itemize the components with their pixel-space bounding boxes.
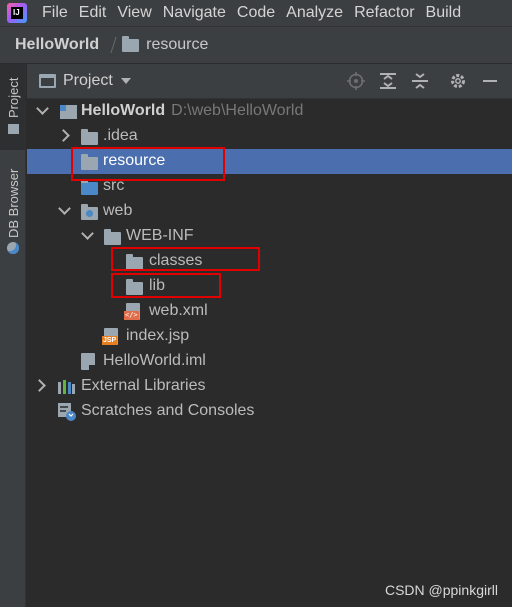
- app-icon-text: IJ: [13, 8, 20, 17]
- iml-file-icon: [81, 353, 95, 370]
- library-icon: [58, 379, 76, 394]
- tree-item-label: HelloWorld: [81, 102, 166, 119]
- chevron-down-icon[interactable]: [36, 102, 49, 115]
- watermark: CSDN @ppinkgirll: [384, 582, 498, 598]
- jsp-file-icon: JSP: [102, 328, 118, 345]
- tree-item-label: HelloWorld.iml: [103, 352, 206, 369]
- menu-edit[interactable]: Edit: [78, 4, 107, 22]
- tree-item-webinf[interactable]: WEB-INF: [27, 224, 512, 249]
- stripe-tab-db-browser-label: DB Browser: [6, 168, 21, 238]
- menu-view[interactable]: View: [116, 4, 151, 22]
- tree-item-src[interactable]: src: [27, 174, 512, 199]
- folder-icon: [81, 154, 98, 170]
- tree-item-label: .idea: [103, 127, 138, 144]
- chevron-down-icon[interactable]: [81, 227, 94, 240]
- gear-icon[interactable]: [448, 72, 468, 92]
- tree-item-label: Scratches and Consoles: [81, 402, 255, 419]
- expand-all-icon[interactable]: [378, 72, 398, 92]
- project-view-icon: [39, 74, 56, 88]
- tree-item-idea[interactable]: .idea: [27, 124, 512, 149]
- tree-item-indexjsp[interactable]: JSP index.jsp: [27, 324, 512, 349]
- stripe-tab-project-label: Project: [6, 77, 21, 118]
- chevron-right-icon[interactable]: [33, 379, 46, 392]
- folder-icon: [126, 279, 143, 295]
- folder-icon: [122, 35, 140, 52]
- tree-item-label: web.xml: [149, 302, 208, 319]
- menu-bar: IJ File Edit View Navigate Code Analyze …: [0, 0, 512, 26]
- tree-item-lib[interactable]: lib: [27, 274, 512, 299]
- web-folder-icon: [81, 204, 98, 220]
- chevron-right-icon[interactable]: [57, 129, 70, 142]
- tree-item-resource[interactable]: resource: [27, 149, 512, 174]
- tree-item-label: classes: [149, 252, 203, 269]
- locate-icon[interactable]: [346, 71, 366, 92]
- breadcrumb-project[interactable]: HelloWorld: [15, 36, 99, 54]
- stripe-tab-project[interactable]: Project: [0, 64, 26, 150]
- menu-file[interactable]: File: [41, 4, 68, 22]
- menu-code[interactable]: Code: [236, 4, 275, 22]
- folder-icon: [126, 254, 143, 270]
- minimize-icon[interactable]: [480, 72, 500, 92]
- tree-item-label: WEB-INF: [126, 227, 194, 244]
- menu-refactor[interactable]: Refactor: [353, 4, 414, 22]
- tree-item-label: resource: [103, 152, 166, 169]
- stripe-tab-db-browser[interactable]: DB Browser: [0, 160, 26, 260]
- tree-item-external-libraries[interactable]: External Libraries: [27, 374, 512, 399]
- intellij-logo-icon[interactable]: IJ: [7, 3, 27, 23]
- tree-item-label: src: [103, 177, 125, 194]
- panel-toolbar: [346, 64, 512, 99]
- breadcrumb-separator: [102, 37, 117, 53]
- tree-item-iml[interactable]: HelloWorld.iml: [27, 349, 512, 374]
- folder-icon: [81, 129, 98, 145]
- source-folder-icon: [81, 179, 98, 195]
- project-panel-header: Project: [27, 64, 512, 99]
- menu-navigate[interactable]: Navigate: [162, 4, 226, 22]
- db-browser-icon: [7, 242, 19, 254]
- tree-item-label: External Libraries: [81, 377, 206, 394]
- breadcrumb: HelloWorld resource: [0, 26, 512, 64]
- xml-icon-badge: </>: [124, 311, 139, 320]
- tree-item-classes[interactable]: classes: [27, 249, 512, 274]
- jsp-icon-badge: JSP: [102, 336, 118, 345]
- tree-item-webxml[interactable]: </> web.xml: [27, 299, 512, 324]
- folder-icon: [104, 229, 121, 245]
- collapse-all-icon[interactable]: [410, 72, 430, 92]
- module-icon: [60, 105, 77, 119]
- tree-item-web[interactable]: web: [27, 199, 512, 224]
- chevron-down-icon[interactable]: [120, 78, 131, 84]
- tree-item-scratches[interactable]: Scratches and Consoles: [27, 399, 512, 424]
- menu-analyze[interactable]: Analyze: [285, 4, 343, 22]
- scratches-icon: [58, 403, 76, 421]
- xml-file-icon: </>: [124, 303, 140, 320]
- tree-item-label: index.jsp: [126, 327, 190, 344]
- panel-title[interactable]: Project: [63, 72, 113, 90]
- menu-build[interactable]: Build: [425, 4, 462, 22]
- tree-item-label: web: [103, 202, 133, 219]
- tool-window-stripe: Project DB Browser: [0, 64, 26, 607]
- tree-item-label: lib: [149, 277, 166, 294]
- chevron-down-icon[interactable]: [58, 202, 71, 215]
- project-tab-icon: [8, 124, 19, 134]
- tree-item-root[interactable]: HelloWorld D:\web\HelloWorld: [27, 99, 512, 124]
- breadcrumb-folder[interactable]: resource: [146, 36, 208, 54]
- project-path: D:\web\HelloWorld: [171, 102, 304, 119]
